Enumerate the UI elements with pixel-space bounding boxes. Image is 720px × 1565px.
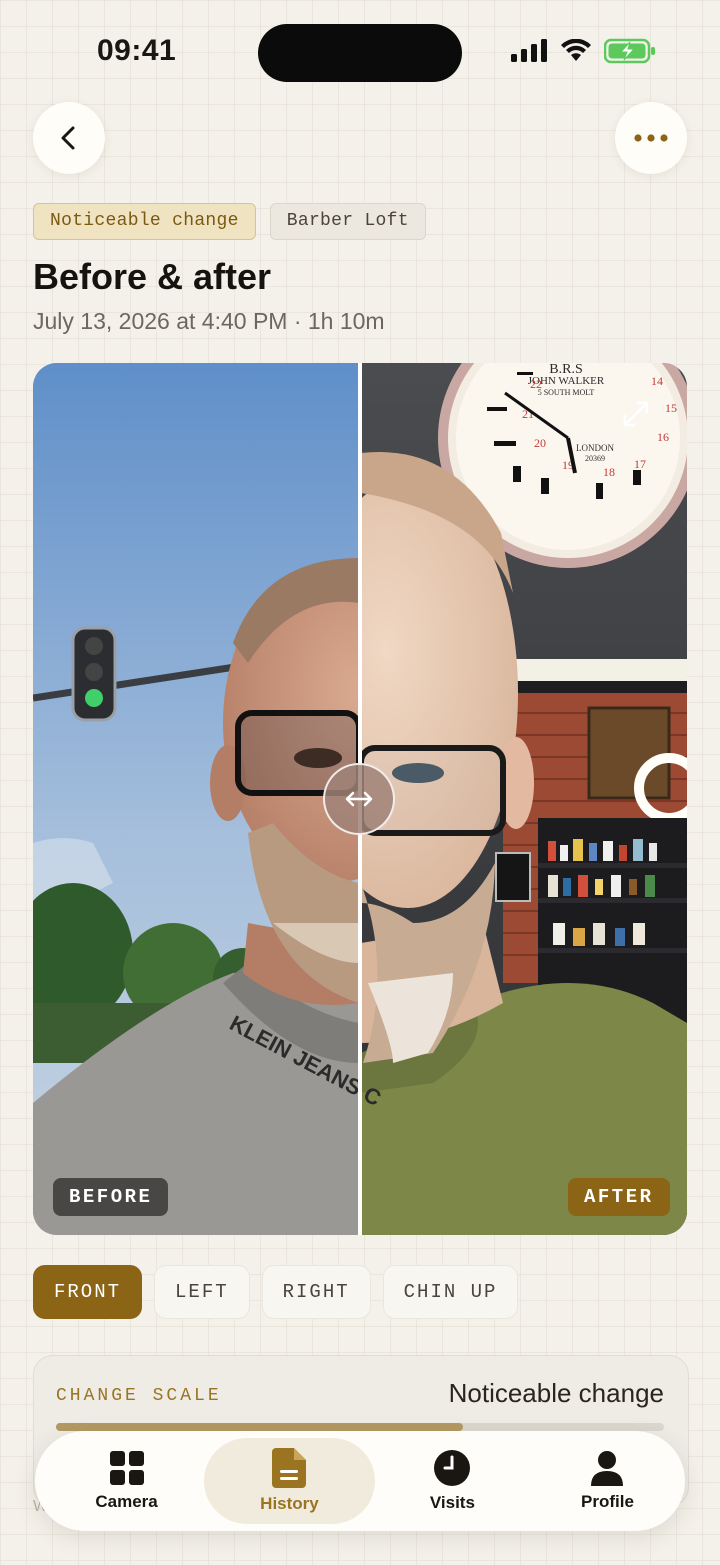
angle-left-tab[interactable]: LEFT: [154, 1265, 250, 1319]
grid-icon: [109, 1451, 144, 1485]
svg-text:15: 15: [665, 401, 677, 415]
page-title: Before & after: [33, 256, 272, 297]
change-scale-fill: [56, 1423, 464, 1431]
dynamic-island: [258, 24, 462, 82]
expand-icon: [623, 401, 649, 427]
ellipsis-icon: [634, 134, 668, 142]
status-time: 09:41: [97, 34, 177, 67]
clock-city: LONDON: [576, 443, 614, 453]
cellular-signal-icon: [511, 39, 547, 62]
fullscreen-button[interactable]: [616, 394, 656, 434]
after-label: AFTER: [568, 1178, 670, 1216]
angle-front-tab[interactable]: FRONT: [33, 1265, 143, 1319]
nav-profile-label: Profile: [581, 1492, 634, 1511]
nav-visits[interactable]: Visits: [375, 1438, 530, 1524]
more-options-button[interactable]: [615, 102, 687, 174]
battery-charging-icon: [604, 38, 655, 64]
change-scale-track: [56, 1423, 664, 1431]
nav-camera-label: Camera: [95, 1492, 158, 1511]
barbershop-chip[interactable]: Barber Loft: [269, 203, 426, 240]
svg-text:20: 20: [534, 436, 546, 450]
svg-text:22: 22: [530, 377, 542, 391]
svg-text:14: 14: [651, 374, 663, 388]
change-scale-value: Noticeable change: [448, 1378, 664, 1408]
visit-datetime: July 13, 2026 at 4:40 PM · 1h 10m: [33, 308, 385, 334]
back-button[interactable]: [33, 102, 105, 174]
clock-street: 5 SOUTH MOLT: [538, 388, 595, 397]
clock-icon: [434, 1450, 471, 1486]
angle-right-tab[interactable]: RIGHT: [261, 1265, 371, 1319]
status-icons: [510, 38, 656, 64]
document-icon: [272, 1448, 307, 1488]
nav-visits-label: Visits: [429, 1493, 475, 1512]
angle-chin-up-tab[interactable]: CHIN UP: [382, 1265, 519, 1319]
horizontal-arrows-icon: [345, 791, 373, 807]
angle-selector: FRONT LEFT RIGHT CHIN UP: [33, 1265, 519, 1319]
before-label: BEFORE: [53, 1178, 169, 1216]
wifi-icon: [561, 39, 591, 61]
person-icon: [591, 1451, 624, 1486]
nav-history[interactable]: History: [204, 1438, 375, 1524]
chevron-left-icon: [61, 126, 75, 150]
bottom-tab-bar: Camera History Visits Profile: [35, 1431, 685, 1531]
svg-text:18: 18: [603, 465, 615, 479]
clock-code: 20369: [585, 454, 605, 463]
svg-text:17: 17: [634, 457, 646, 471]
nav-camera[interactable]: Camera: [49, 1438, 204, 1524]
change-scale-label: CHANGE SCALE: [56, 1386, 222, 1406]
nav-history-label: History: [260, 1494, 319, 1513]
comparison-slider-handle[interactable]: [323, 763, 395, 835]
change-level-chip: Noticeable change: [33, 203, 256, 240]
nav-profile[interactable]: Profile: [530, 1438, 685, 1524]
tag-chips: Noticeable change Barber Loft: [33, 203, 426, 240]
svg-text:16: 16: [657, 430, 669, 444]
